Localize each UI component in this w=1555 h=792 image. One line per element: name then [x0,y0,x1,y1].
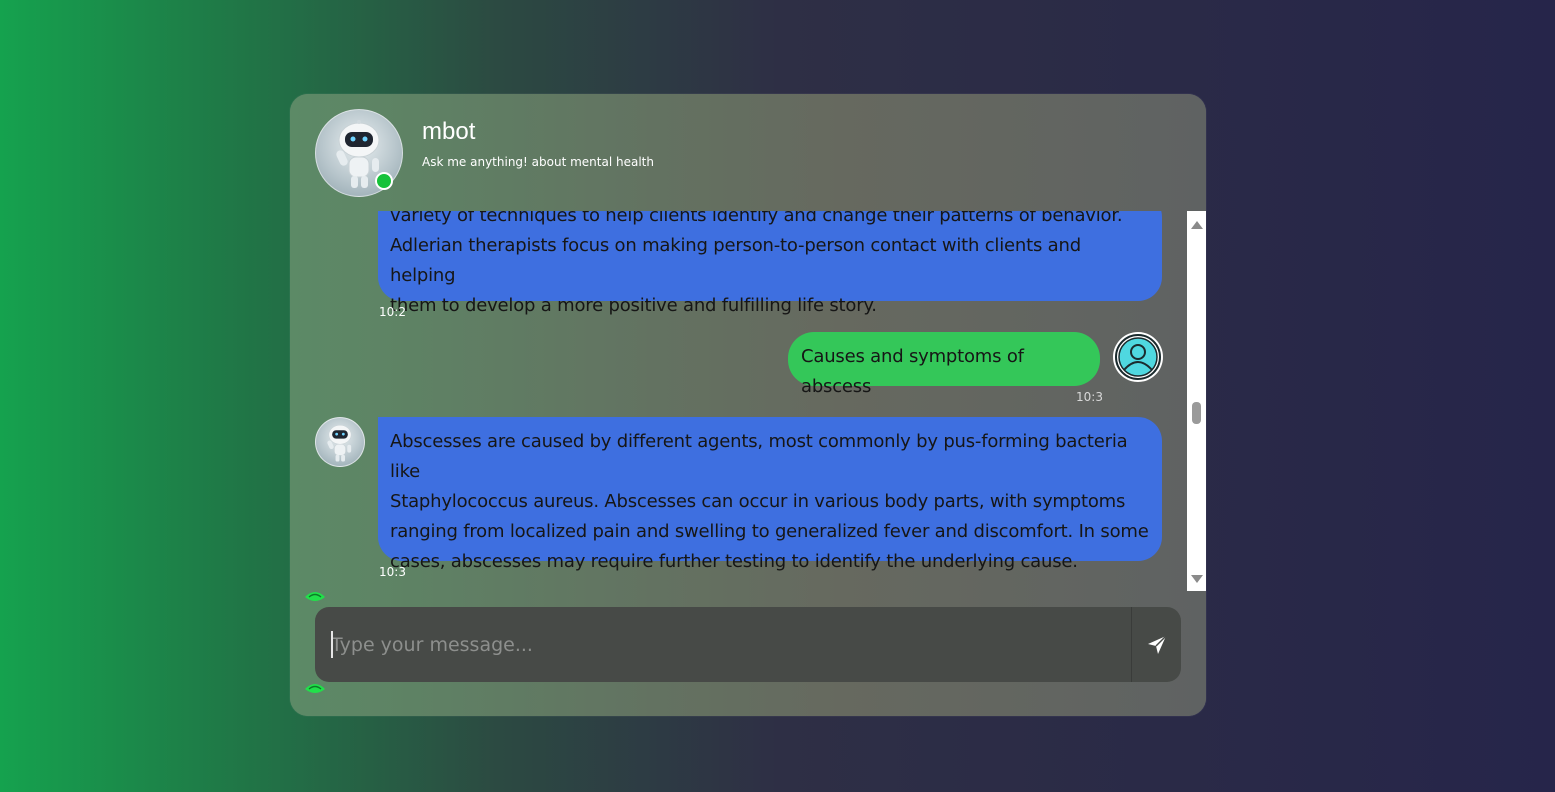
message-composer [315,607,1181,682]
chat-header: mbot Ask me anything! about mental healt… [290,94,1206,210]
message-line: Abscesses are caused by different agents… [390,431,1128,482]
online-status-dot [375,172,393,190]
user-icon [1115,334,1161,380]
message-line: Staphylococcus aureus. Abscesses can occ… [390,491,1126,512]
message-line: Adlerian therapists focus on making pers… [390,235,1081,286]
send-icon [1147,634,1167,654]
message-timestamp: 10:3 [379,565,406,579]
user-avatar [1113,332,1163,382]
user-message-bubble: Causes and symptoms of abscess [788,332,1100,397]
message-list[interactable]: variety of techniques to help clients id… [290,211,1187,591]
chat-window: mbot Ask me anything! about mental healt… [290,94,1206,716]
bot-message-bubble: Abscesses are caused by different agents… [378,417,1162,572]
message-line: them to develop a more positive and fulf… [390,295,877,316]
voice-indicator-bottom-icon [305,684,325,693]
scroll-up-arrow-icon[interactable] [1191,221,1203,229]
message-timestamp: 10:3 [1076,390,1103,404]
bot-name: mbot [422,118,476,145]
bot-subtitle: Ask me anything! about mental health [422,155,654,169]
message-input[interactable] [315,607,1131,682]
bot-avatar-small [315,417,365,467]
send-button[interactable] [1132,607,1181,682]
message-text: Causes and symptoms of abscess [801,346,1024,397]
scrollbar-thumb[interactable] [1192,402,1201,424]
message-timestamp: 10:2 [379,305,406,319]
message-line: cases, abscesses may require further tes… [390,551,1078,572]
message-scrollbar[interactable] [1187,211,1206,591]
message-line: ranging from localized pain and swelling… [390,521,1149,542]
voice-indicator-top-icon [305,592,325,601]
robot-icon [327,424,352,462]
scroll-down-arrow-icon[interactable] [1191,575,1203,583]
bot-message-bubble: variety of techniques to help clients id… [378,211,1162,316]
message-line: variety of techniques to help clients id… [390,211,1123,226]
text-caret [331,631,333,658]
